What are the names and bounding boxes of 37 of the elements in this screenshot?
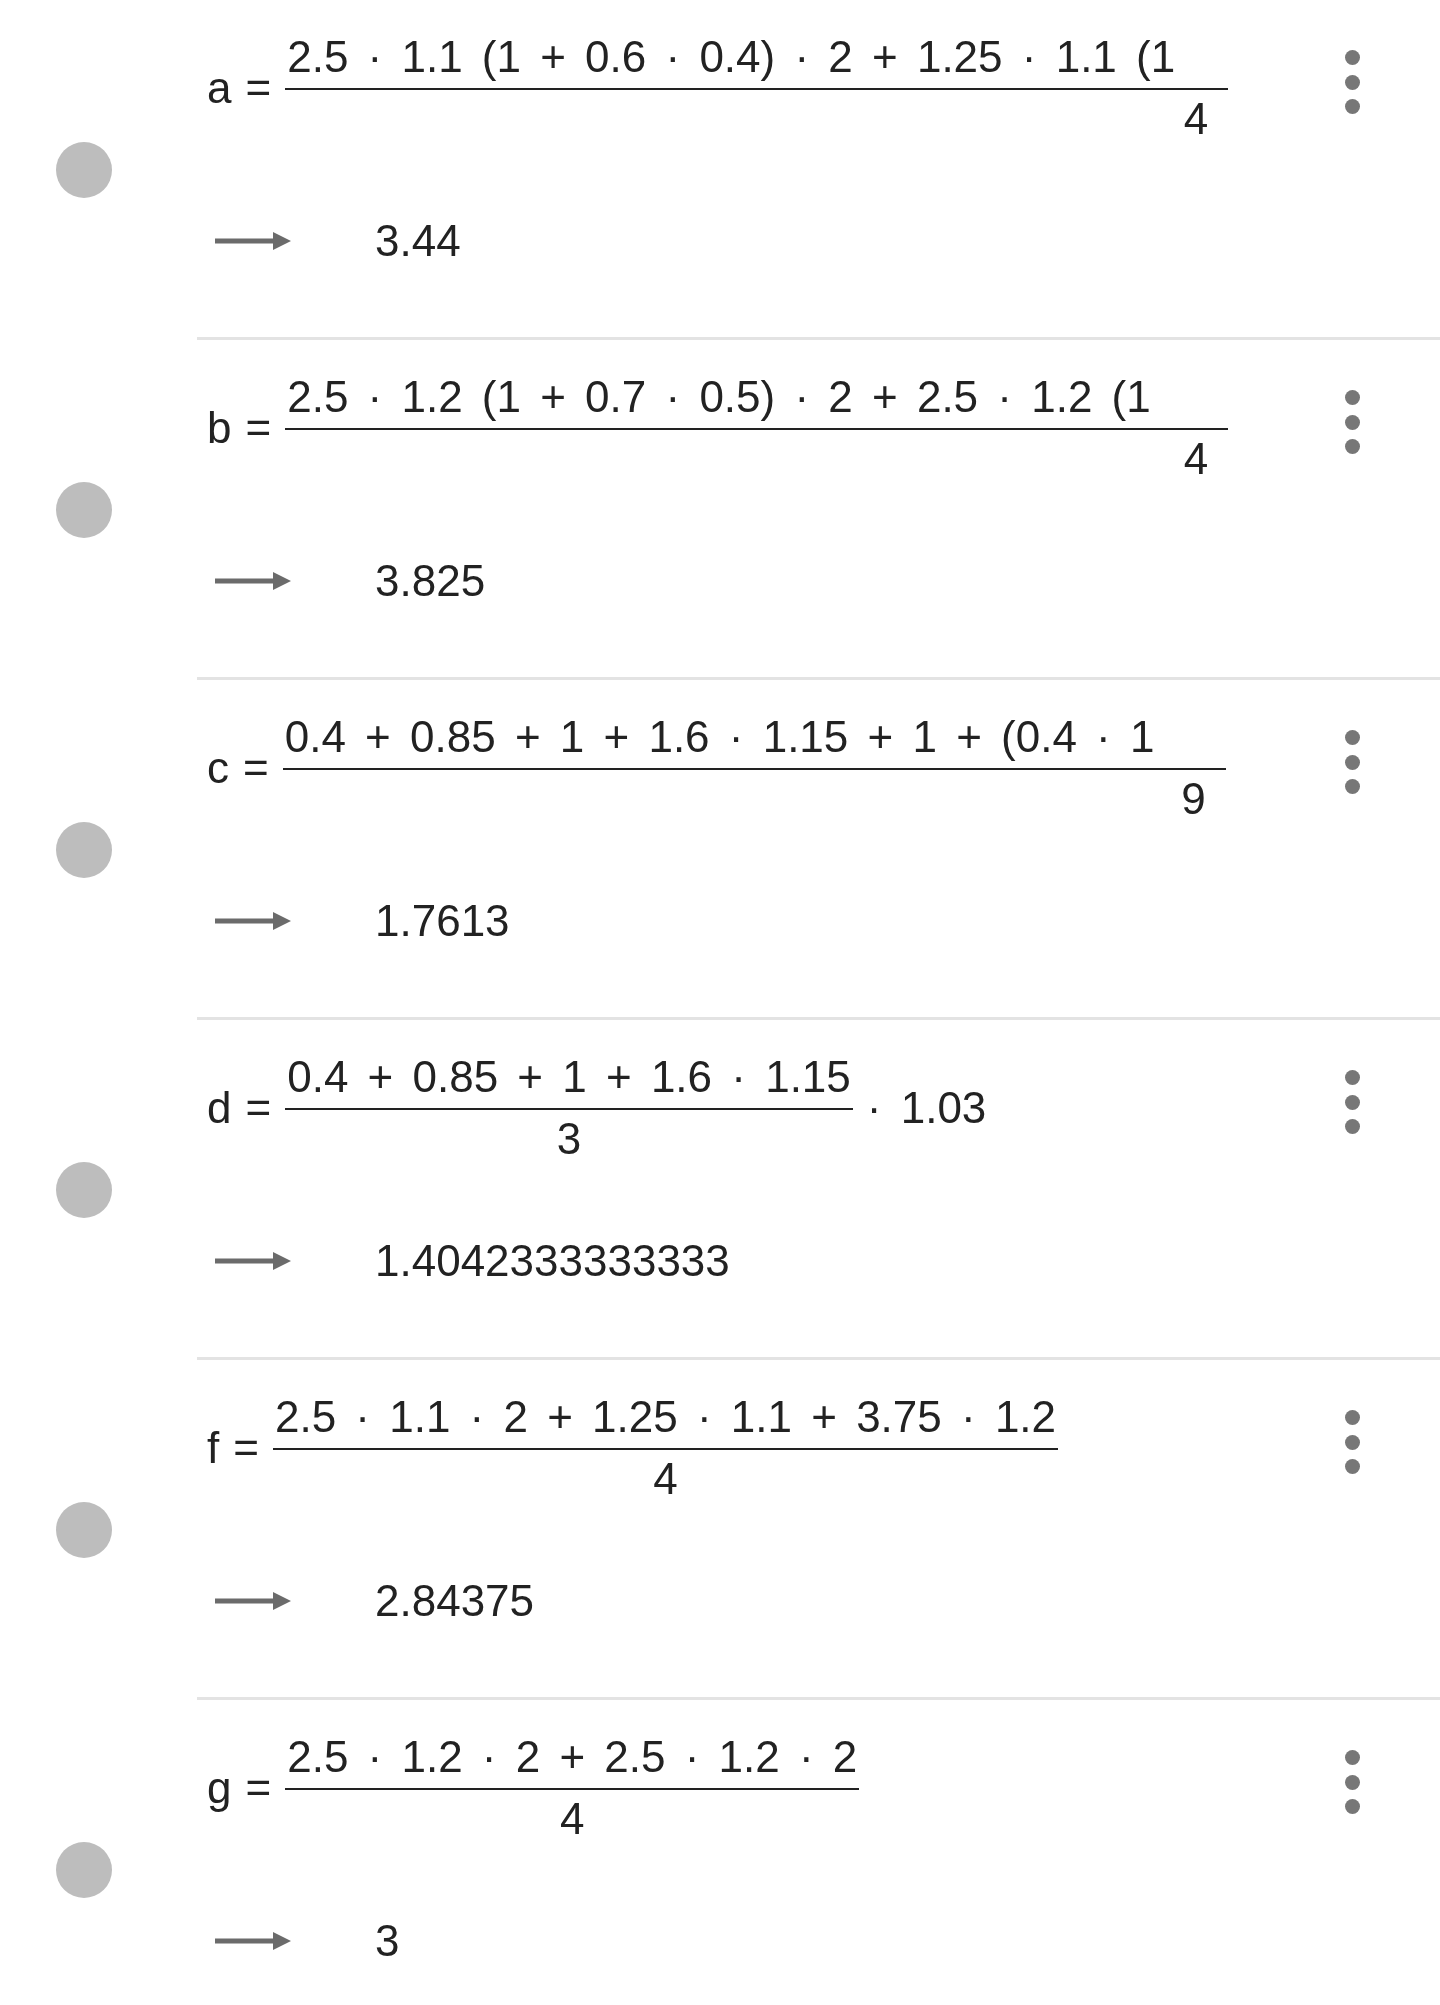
arrow-icon [215,572,291,590]
equals-sign: = [243,743,269,793]
arrow-icon [215,232,291,250]
result-value: 2.84375 [375,1576,535,1626]
factor: · 1.03 [866,1083,987,1133]
numerator: 2.5 · 1.2 (1 + 0.7 · 0.5) · 2 + 2.5 · 1.2 (1 [286,372,1152,422]
variable-name: g [207,1763,232,1813]
denominator: 4 [559,1794,586,1844]
denominator: 9 [1180,774,1207,824]
denominator: 4 [1182,94,1210,144]
result-value: 1.7613 [375,896,510,946]
numerator: 0.4 + 0.85 + 1 + 1.6 · 1.15 [286,1052,852,1102]
denominator: 3 [555,1114,583,1164]
variable-name: b [207,403,232,453]
equals-sign: = [245,1083,272,1133]
equals-sign: = [245,403,272,453]
numerator: 0.4 + 0.85 + 1 + 1.6 · 1.15 + 1 + (0.4 · 1 [283,712,1156,762]
numerator: 2.5 · 1.1 · 2 + 1.25 · 1.1 + 3.75 · 1.2 [273,1392,1058,1442]
result-value: 3 [375,1916,400,1966]
equals-sign: = [245,1763,272,1813]
variable-name: d [207,1083,232,1133]
denominator: 4 [652,1454,679,1504]
equals-sign: = [245,63,272,113]
arrow-icon [215,1252,291,1270]
denominator: 4 [1182,434,1210,484]
variable-name: f [207,1423,220,1473]
numerator: 2.5 · 1.1 (1 + 0.6 · 0.4) · 2 + 1.25 · 1.1 (1 [286,32,1177,82]
result-value: 3.825 [375,556,486,606]
equals-sign: = [233,1423,259,1473]
variable-name: a [207,63,232,113]
arrow-icon [215,1932,291,1950]
arrow-icon [215,1592,291,1610]
numerator: 2.5 · 1.2 · 2 + 2.5 · 1.2 · 2 [286,1732,859,1782]
variable-name: c [207,743,229,793]
result-value: 1.4042333333333 [375,1236,730,1286]
arrow-icon [215,912,291,930]
result-value: 3.44 [375,216,461,266]
